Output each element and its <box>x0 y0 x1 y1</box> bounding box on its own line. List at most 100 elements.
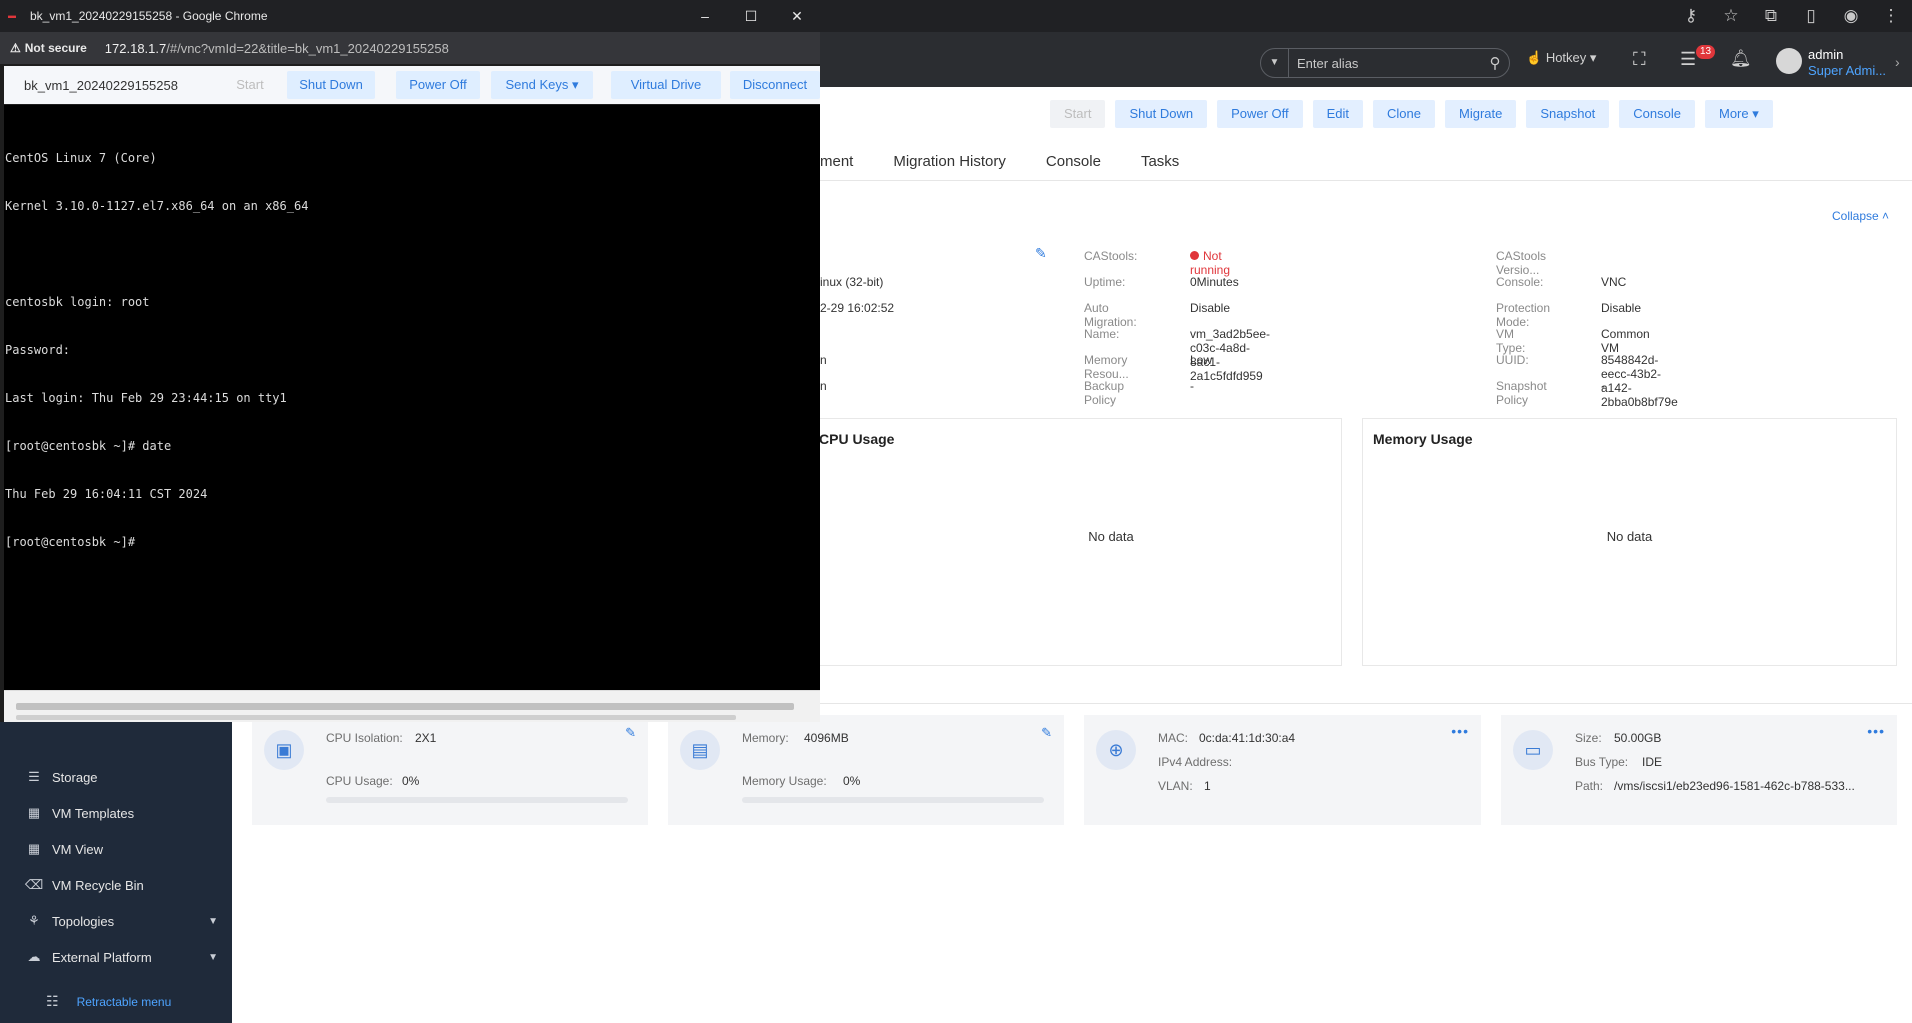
menu-collapse-icon: ☷ <box>46 993 59 1009</box>
chevron-right-icon[interactable]: › <box>1895 54 1900 70</box>
disk-size-label: Size: <box>1575 731 1602 745</box>
fullscreen-icon[interactable]: ⛶ <box>1633 49 1646 70</box>
vnc-popup-window: ▬ bk_vm1_20240229155258 - Google Chrome … <box>0 0 820 722</box>
console-button[interactable]: Console <box>1619 100 1695 128</box>
snapshot-button[interactable]: Snapshot <box>1526 100 1610 128</box>
bookmark-star-icon[interactable]: ☆ <box>1720 6 1742 26</box>
password-key-icon[interactable]: ⚷ <box>1680 6 1702 26</box>
user-name[interactable]: admin <box>1808 47 1843 62</box>
sidebar-item-label: External Platform <box>52 949 152 965</box>
sidebar-item-topologies[interactable]: ⚘ Topologies ▼ <box>0 903 232 939</box>
bus-type-value: IDE <box>1642 755 1663 769</box>
snapshot-policy-label: Snapshot Policy <box>1496 379 1547 407</box>
console-value: VNC <box>1601 275 1627 289</box>
uuid-label: UUID: <box>1496 353 1529 367</box>
cpu-edit-pencil-icon[interactable]: ✎ <box>625 725 636 741</box>
search-icon[interactable]: ⚲ <box>1481 54 1509 72</box>
alias-search-box[interactable]: ▼ Enter alias ⚲ <box>1260 48 1510 78</box>
disk-path-value: /vms/iscsi1/eb23ed96-1581-462c-b788-533.… <box>1614 779 1855 793</box>
alias-dropdown-icon[interactable]: ▼ <box>1261 49 1289 77</box>
vnc-start-button[interactable]: Start <box>220 71 280 99</box>
memory-usage-label: Memory Usage: <box>742 774 827 788</box>
status-dot-icon <box>1190 251 1199 260</box>
hotkey-label: Hotkey <box>1545 50 1587 65</box>
tab-tasks[interactable]: Tasks <box>1141 153 1179 170</box>
cpu-usage-no-data: No data <box>1088 529 1134 544</box>
alias-search-input[interactable]: Enter alias <box>1289 56 1481 71</box>
vnc-toolbar: bk_vm1_20240229155258 Start Shut Down Po… <box>4 66 820 104</box>
url-host: 172.18.1.7 <box>104 40 167 56</box>
sidebar-item-storage[interactable]: ☰ Storage <box>0 759 232 795</box>
popup-title-bar[interactable]: ▬ bk_vm1_20240229155258 - Google Chrome … <box>0 0 820 32</box>
migrate-button[interactable]: Migrate <box>1445 100 1517 128</box>
side-panel-icon[interactable]: ▯ <box>1800 6 1822 26</box>
cpu-usage-label: CPU Usage: <box>326 774 393 788</box>
protection-mode-value: Disable <box>1601 301 1642 315</box>
shutdown-button[interactable]: Shut Down <box>1115 100 1208 128</box>
more-label: More <box>1719 106 1749 121</box>
collapse-label: Collapse <box>1832 209 1879 223</box>
window-controls: – ☐ ✕ <box>682 0 820 32</box>
vnc-poweroff-button[interactable]: Power Off <box>396 71 480 99</box>
disk-more-icon[interactable]: ••• <box>1867 723 1885 739</box>
browser-menu-icon[interactable]: ⋮ <box>1880 6 1902 26</box>
vm-type-value: Common VM <box>1601 327 1650 355</box>
partial-value: n <box>820 379 827 393</box>
sidebar-item-vm-recycle-bin[interactable]: ⌫ VM Recycle Bin <box>0 867 232 903</box>
uptime-label: Uptime: <box>1084 275 1126 289</box>
caret-down-icon: ▾ <box>571 77 579 92</box>
cpu-card: ▣ CPU Isolation: 2X1 CPU Usage: 0% ✎ <box>252 715 648 825</box>
memory-usage-no-data: No data <box>1606 529 1653 544</box>
tab-console[interactable]: Console <box>1046 153 1101 170</box>
terminal-line: Thu Feb 29 16:04:11 CST 2024 <box>5 487 208 501</box>
task-list-icon[interactable]: ☰ <box>1680 49 1696 70</box>
memory-module-icon: ▤ <box>680 730 720 770</box>
scrollbar-thumb[interactable] <box>16 715 736 720</box>
task-count-badge: 13 <box>1696 45 1716 59</box>
sidebar-item-external-platform[interactable]: ☁ External Platform ▼ <box>0 939 232 975</box>
minimize-icon[interactable]: – <box>682 0 728 32</box>
edit-pencil-icon[interactable]: ✎ <box>1035 245 1047 262</box>
memory-usage-title: Memory Usage <box>1373 431 1473 447</box>
protection-mode-label: Protection Mode: <box>1496 301 1551 329</box>
globe-network-icon: ⊕ <box>1096 730 1136 770</box>
poweroff-button[interactable]: Power Off <box>1217 100 1303 128</box>
horizontal-scrollbar[interactable] <box>4 690 820 722</box>
collapse-link[interactable]: Collapse ˄ <box>1832 209 1889 223</box>
maximize-icon[interactable]: ☐ <box>728 0 774 32</box>
user-role: Super Admi... <box>1808 63 1887 78</box>
tab-management[interactable]: ment <box>820 153 853 170</box>
more-button[interactable]: More ▾ <box>1705 100 1773 128</box>
vnc-disconnect-button[interactable]: Disconnect <box>730 71 820 99</box>
start-button[interactable]: Start <box>1050 100 1106 128</box>
sidebar-item-vm-view[interactable]: ▦ VM View <box>0 831 232 867</box>
castools-label: CAStools: <box>1084 249 1138 263</box>
vnc-shutdown-button[interactable]: Shut Down <box>287 71 375 99</box>
profile-icon[interactable]: ◉ <box>1840 6 1862 26</box>
network-more-icon[interactable]: ••• <box>1451 723 1469 739</box>
popup-url[interactable]: 172.18.1.7/#/vnc?vmId=22&title=bk_vm1_20… <box>105 41 449 56</box>
memory-edit-pencil-icon[interactable]: ✎ <box>1041 725 1052 741</box>
retractable-menu-button[interactable]: ☷ Retractable menu <box>46 993 171 1010</box>
snapshot-policy-value: - <box>1601 379 1605 393</box>
sidebar-item-vm-templates[interactable]: ▦ VM Templates <box>0 795 232 831</box>
close-icon[interactable]: ✕ <box>774 0 820 32</box>
extensions-icon[interactable]: ⧉ <box>1760 6 1782 26</box>
tabs-divider <box>820 180 1912 181</box>
popup-address-bar[interactable]: ⚠ Not secure 172.18.1.7/#/vnc?vmId=22&tit… <box>0 32 820 64</box>
scrollbar-thumb[interactable] <box>16 703 794 710</box>
template-icon: ▦ <box>27 805 41 820</box>
vnc-virtual-drive-button[interactable]: Virtual Drive <box>611 71 721 99</box>
cpu-usage-panel: CPU Usage No data <box>800 418 1342 666</box>
hotkey-menu[interactable]: ☝ Hotkey ▾ <box>1526 50 1596 66</box>
sidebar-item-label: VM View <box>52 841 104 857</box>
notification-bell-icon[interactable]: 🔔︎ <box>1730 49 1752 69</box>
tab-migration-history[interactable]: Migration History <box>893 153 1006 170</box>
user-avatar[interactable] <box>1776 48 1802 74</box>
not-secure-badge[interactable]: ⚠ Not secure <box>10 41 87 55</box>
vnc-terminal-screen[interactable]: CentOS Linux 7 (Core) Kernel 3.10.0-1127… <box>4 105 820 690</box>
edit-button[interactable]: Edit <box>1312 100 1364 128</box>
memory-card: ▤ Memory: 4096MB Memory Usage: 0% ✎ <box>668 715 1064 825</box>
vnc-sendkeys-button[interactable]: Send Keys ▾ <box>491 71 593 99</box>
clone-button[interactable]: Clone <box>1373 100 1435 128</box>
